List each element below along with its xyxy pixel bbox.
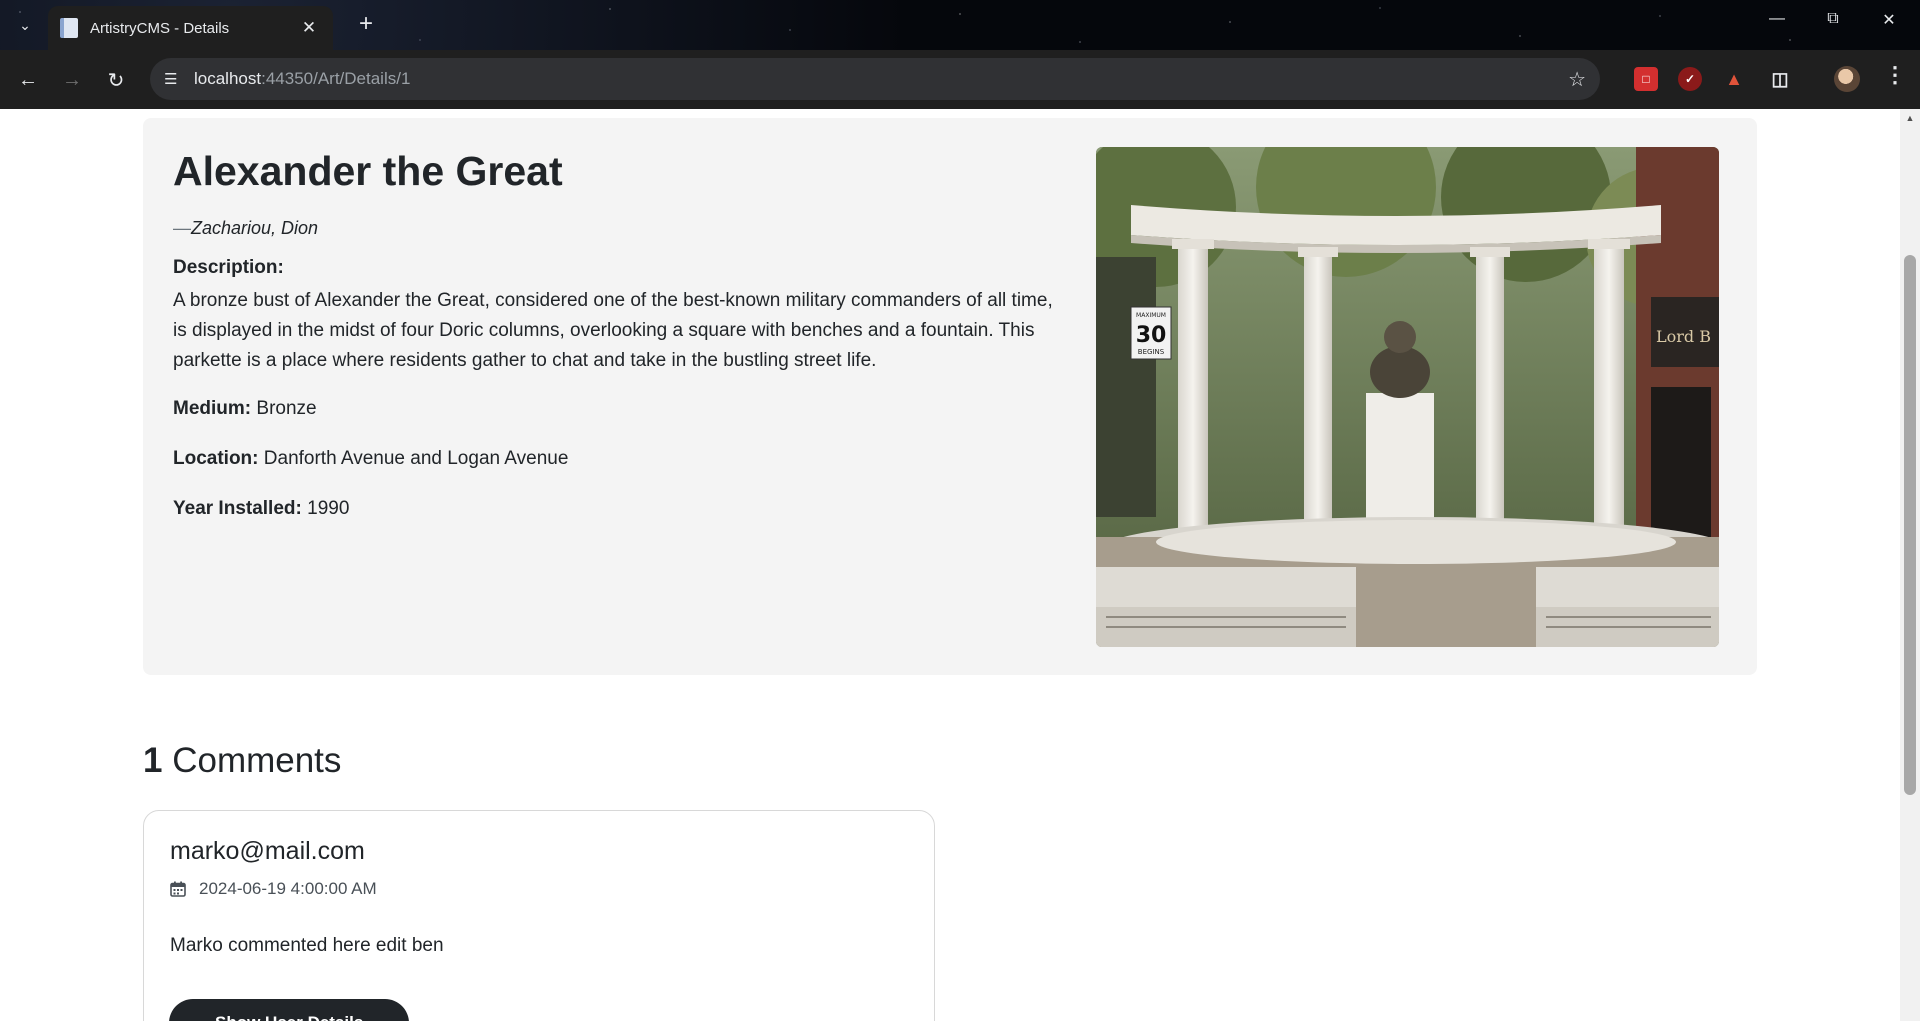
bookmark-star-icon[interactable]: ☆ <box>1568 67 1586 92</box>
year-label: Year Installed: <box>173 498 302 519</box>
medium-value: Bronze <box>256 398 317 419</box>
new-tab-icon[interactable]: + <box>352 10 380 38</box>
site-info-icon[interactable]: ☰ <box>164 70 194 88</box>
comment-author: marko@mail.com <box>170 837 365 865</box>
tab-search-icon[interactable]: ⌄ <box>12 12 38 38</box>
url-text[interactable]: localhost:44350/Art/Details/1 <box>194 69 410 89</box>
url-host: localhost <box>194 69 262 88</box>
reload-icon[interactable]: ↻ <box>100 64 132 96</box>
scholar-extension-icon[interactable]: ▲ <box>1722 67 1746 91</box>
comment-date-row: 2024-06-19 4:00:00 AM <box>170 879 377 899</box>
comment-card: marko@mail.com 2024-06-19 4:00:00 AM Mar… <box>143 810 935 1021</box>
browser-tab-active[interactable]: ArtistryCMS - Details ✕ <box>48 6 333 50</box>
browser-titlebar: ⌄ ArtistryCMS - Details ✕ + — ⧉ ✕ <box>0 0 1920 50</box>
extensions-puzzle-icon[interactable]: ◫ <box>1768 67 1792 91</box>
profile-avatar[interactable] <box>1834 66 1860 92</box>
artwork-photo-illustration: Lord B MAXIMUM 30 BEGINS <box>1096 147 1719 647</box>
comments-count: 1 <box>143 741 163 780</box>
location-row: Location: Danforth Avenue and Logan Aven… <box>173 448 568 470</box>
location-value: Danforth Avenue and Logan Avenue <box>263 448 569 469</box>
medium-label: Medium: <box>173 398 252 419</box>
attribution-dash: — <box>173 218 191 238</box>
close-tab-icon[interactable]: ✕ <box>297 18 321 38</box>
ublock-extension-icon[interactable]: ✓ <box>1678 67 1702 91</box>
comments-heading-label: Comments <box>172 741 342 780</box>
art-details-card: Alexander the Great —Zachariou, Dion Des… <box>143 118 1757 675</box>
art-title: Alexander the Great <box>173 148 563 194</box>
browser-menu-icon[interactable]: ⋮ <box>1884 62 1906 88</box>
artwork-photo: Lord B MAXIMUM 30 BEGINS <box>1096 147 1719 647</box>
comments-heading: 1 Comments <box>143 741 341 781</box>
address-bar[interactable]: ☰ localhost:44350/Art/Details/1 ☆ <box>150 58 1600 100</box>
location-label: Location: <box>173 448 259 469</box>
speed-sign-top: MAXIMUM <box>1136 312 1166 319</box>
comment-body: Marko commented here edit ben <box>170 935 444 956</box>
page-viewport: Alexander the Great —Zachariou, Dion Des… <box>0 109 1900 1021</box>
page-scrollbar[interactable]: ▲ <box>1900 109 1920 1021</box>
description-label: Description: <box>173 257 284 278</box>
scroll-up-arrow-icon[interactable]: ▲ <box>1900 113 1920 123</box>
medium-row: Medium: Bronze <box>173 398 317 420</box>
artist-attribution: —Zachariou, Dion <box>173 218 318 239</box>
comment-date: 2024-06-19 4:00:00 AM <box>199 879 377 898</box>
minimize-icon[interactable]: — <box>1754 10 1800 28</box>
browser-toolbar: ← → ↻ ☰ localhost:44350/Art/Details/1 ☆ … <box>0 50 1920 109</box>
speed-sign-number: 30 <box>1136 323 1167 348</box>
description-text: A bronze bust of Alexander the Great, co… <box>173 290 1053 371</box>
close-window-icon[interactable]: ✕ <box>1866 10 1912 30</box>
back-icon[interactable]: ← <box>12 64 44 96</box>
year-value: 1990 <box>307 498 350 519</box>
show-user-details-button[interactable]: Show User Details <box>169 999 410 1021</box>
scrollbar-thumb[interactable] <box>1904 255 1916 795</box>
storefront-sign: Lord B <box>1656 327 1711 346</box>
artist-name: Zachariou, Dion <box>191 218 319 238</box>
year-row: Year Installed: 1990 <box>173 498 349 520</box>
tab-title: ArtistryCMS - Details <box>90 19 230 37</box>
page-favicon-icon <box>60 18 78 38</box>
speed-sign-bottom: BEGINS <box>1138 348 1165 356</box>
url-path: :44350/Art/Details/1 <box>261 69 411 88</box>
pocket-extension-icon[interactable]: □ <box>1634 67 1658 91</box>
calendar-icon <box>170 881 186 897</box>
restore-icon[interactable]: ⧉ <box>1810 10 1856 28</box>
forward-icon[interactable]: → <box>56 64 88 96</box>
